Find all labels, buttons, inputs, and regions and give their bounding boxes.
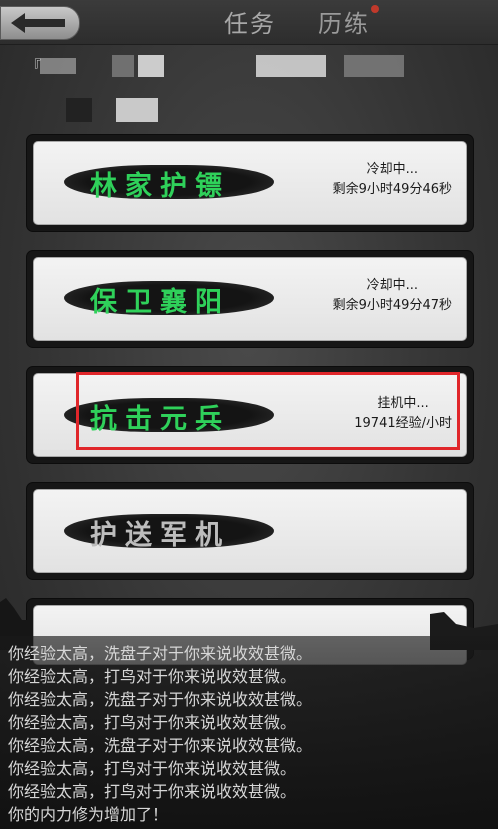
status-line-1: 冷却中... [366, 162, 419, 177]
back-arrow-icon [11, 13, 65, 33]
blurred-region [256, 55, 326, 77]
task-screen: 任务 历练 『 林家护镖 冷却中... 剩余9小时49分46秒 保卫襄阳 冷却中… [0, 0, 498, 829]
status-line-2: 剩余9小时49分46秒 [332, 182, 452, 197]
blurred-region [40, 58, 76, 74]
log-line: 你经验太高，打鸟对于你来说收效甚微。 [8, 759, 297, 778]
info-bracket: 『 [26, 57, 42, 75]
status-line-2: 剩余9小时49分47秒 [332, 298, 452, 313]
log-line: 你经验太高，打鸟对于你来说收效甚微。 [8, 667, 297, 686]
task-card-body: 保卫襄阳 冷却中... 剩余9小时49分47秒 [33, 257, 467, 341]
log-line: 你的内力修为增加了！ [8, 805, 169, 824]
message-log[interactable]: 你经验太高，洗盘子对于你来说收效甚微。 你经验太高，打鸟对于你来说收效甚微。 你… [0, 636, 498, 829]
task-name: 保卫襄阳 [90, 287, 230, 318]
tab-task[interactable]: 任务 [224, 4, 276, 39]
back-button[interactable] [0, 6, 80, 40]
log-line: 你经验太高，洗盘子对于你来说收效甚微。 [8, 690, 313, 709]
log-line: 你经验太高，洗盘子对于你来说收效甚微。 [8, 736, 313, 755]
task-card-escort[interactable]: 林家护镖 冷却中... 剩余9小时49分46秒 [26, 134, 474, 232]
blurred-region [112, 55, 134, 77]
status-line-1: 冷却中... [366, 278, 419, 293]
task-card-defend[interactable]: 保卫襄阳 冷却中... 剩余9小时49分47秒 [26, 250, 474, 348]
task-name: 林家护镖 [90, 171, 230, 202]
task-card-body: 护送军机 [33, 489, 467, 573]
tab-training[interactable]: 历练 [318, 4, 370, 39]
blurred-region [138, 55, 164, 77]
task-status: 冷却中... 剩余9小时49分46秒 [333, 160, 452, 200]
task-card-body: 林家护镖 冷却中... 剩余9小时49分46秒 [33, 141, 467, 225]
header-bar: 任务 历练 [0, 0, 498, 45]
blurred-region [116, 98, 158, 122]
task-card-convoy[interactable]: 护送军机 [26, 482, 474, 580]
log-line: 你经验太高，洗盘子对于你来说收效甚微。 [8, 644, 313, 663]
task-name: 护送军机 [90, 520, 230, 551]
log-line: 你经验太高，打鸟对于你来说收效甚微。 [8, 713, 297, 732]
task-status: 冷却中... 剩余9小时49分47秒 [333, 276, 452, 316]
player-info-row: 『 [26, 55, 446, 79]
blurred-region [66, 98, 92, 122]
highlight-box [76, 372, 460, 450]
new-indicator-dot [371, 5, 379, 13]
log-line: 你经验太高，打鸟对于你来说收效甚微。 [8, 782, 297, 801]
blurred-region [344, 55, 404, 77]
